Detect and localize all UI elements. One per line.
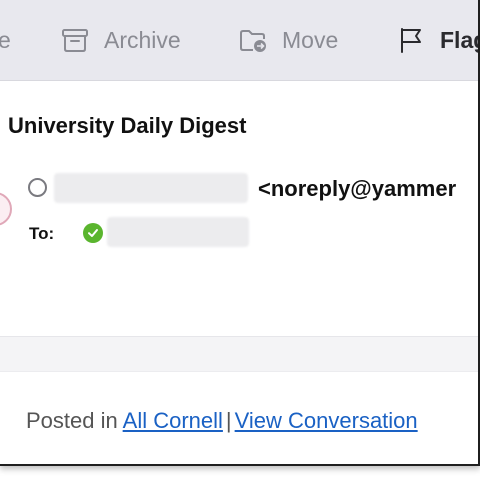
move-folder-icon — [238, 25, 268, 55]
to-label: To: — [29, 224, 55, 243]
archive-label: Archive — [104, 26, 181, 53]
flag-label: Flag — [440, 26, 478, 53]
move-label: Move — [282, 26, 339, 53]
sender-avatar — [0, 192, 12, 226]
footer-separator: | — [225, 408, 232, 433]
move-button[interactable]: Move — [238, 0, 338, 80]
flag-button[interactable]: Flag — [396, 0, 478, 80]
sender-email[interactable]: <noreply@yammer — [258, 176, 456, 202]
view-conversation-link[interactable]: View Conversation — [235, 408, 418, 433]
toolbar: e Archive Move — [0, 0, 478, 81]
message-footer: Posted in All Cornell | View Conversation — [26, 408, 418, 434]
posted-in-text: Posted in — [26, 408, 118, 433]
verified-check-icon — [83, 223, 103, 243]
archive-icon — [60, 25, 90, 55]
sender-name-redacted — [54, 173, 248, 203]
message-divider — [0, 336, 478, 372]
archive-button[interactable]: Archive — [60, 0, 181, 80]
all-cornell-link[interactable]: All Cornell — [123, 408, 223, 433]
email-window: e Archive Move — [0, 0, 480, 466]
toolbar-item-prev-label: e — [0, 27, 11, 54]
read-status-toggle[interactable] — [28, 178, 47, 197]
flag-icon — [396, 25, 426, 55]
email-subject: University Daily Digest — [8, 113, 247, 138]
recipient-redacted[interactable] — [107, 217, 249, 247]
toolbar-item-prev[interactable]: e — [0, 0, 11, 80]
